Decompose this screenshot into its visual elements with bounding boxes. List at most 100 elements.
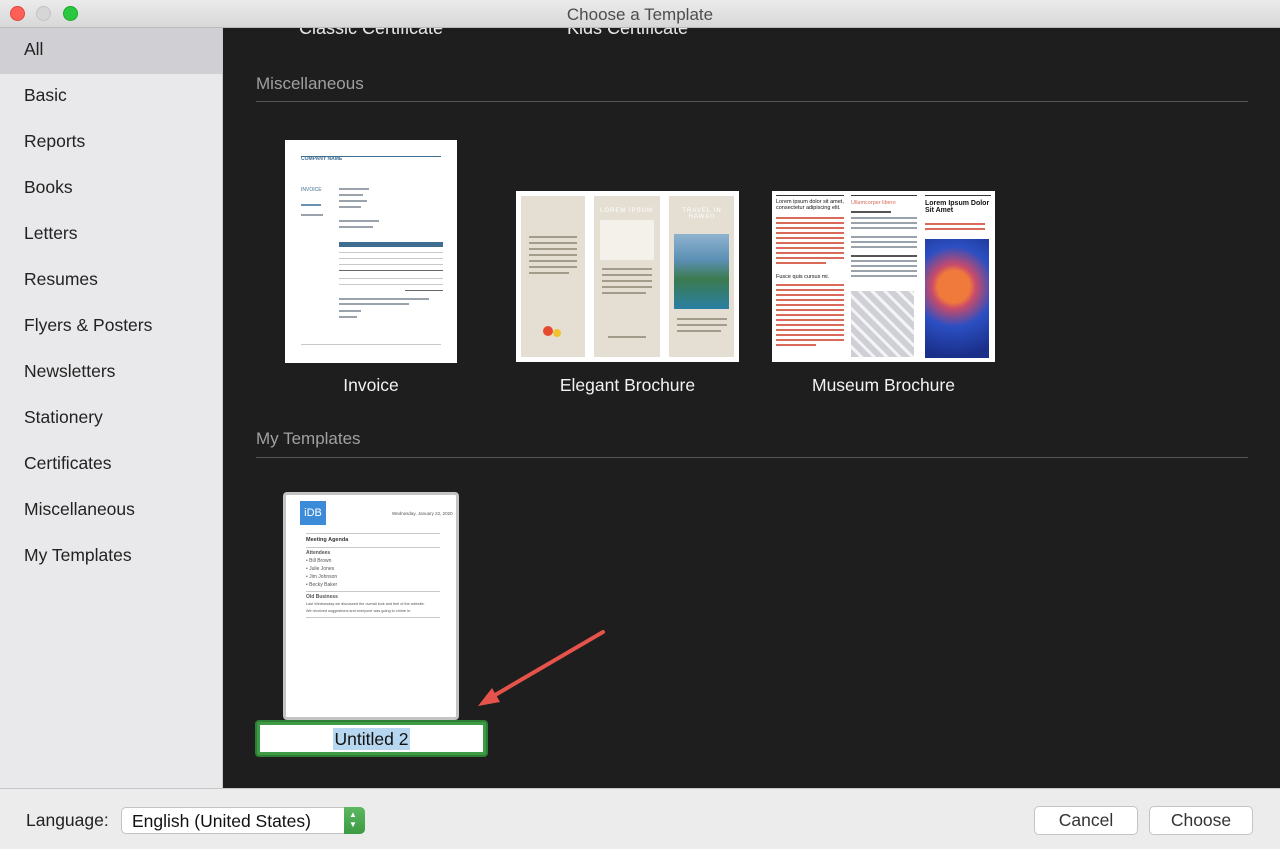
flower-illustration <box>553 329 561 337</box>
thumb-text-line <box>339 310 361 312</box>
thumb-rule <box>306 533 440 534</box>
thumb-rule <box>306 617 440 618</box>
thumb-text-line <box>851 227 917 229</box>
thumb-table-row <box>339 278 443 279</box>
sidebar-item-books[interactable]: Books <box>0 166 222 212</box>
thumb-table-row <box>405 290 443 291</box>
thumb-travel-hawaii: TRAVEL IN HAWAII <box>682 208 722 220</box>
thumb-agenda: Meeting Agenda <box>306 537 349 543</box>
thumb-table-row <box>339 284 443 285</box>
sidebar-item-reports[interactable]: Reports <box>0 120 222 166</box>
thumb-ullamcorper: Ullamcorper libero <box>851 200 896 206</box>
thumb-museum-head2: Lorem Ipsum Dolor Sit Amet <box>925 200 990 214</box>
thumb-text-line <box>851 246 917 248</box>
thumb-text-line <box>339 206 361 208</box>
thumb-text-line <box>851 222 917 224</box>
section-divider <box>256 457 1248 458</box>
thumb-text-line <box>776 309 844 311</box>
thumb-text-line <box>851 241 917 243</box>
sidebar-item-stationery[interactable]: Stationery <box>0 396 222 442</box>
thumb-text-line <box>339 220 379 222</box>
template-name-text[interactable]: Untitled 2 <box>332 728 411 750</box>
thumb-text-line <box>851 275 917 277</box>
stepper-arrows-icon[interactable]: ▲ ▼ <box>344 807 365 834</box>
thumb-lorem-ipsum: LOREM IPSUM <box>600 208 654 214</box>
template-thumb-invoice[interactable]: COMPANY NAME INVOICE <box>285 140 457 363</box>
thumb-table-row <box>339 258 443 259</box>
thumb-text-line <box>529 248 577 250</box>
section-title-miscellaneous: Miscellaneous <box>256 74 364 93</box>
language-label: Language: <box>26 810 109 830</box>
thumb-text-line <box>602 280 652 282</box>
thumb-attendee: • Jim Johnson <box>306 574 338 580</box>
sidebar-item-flyers-posters[interactable]: Flyers & Posters <box>0 304 222 350</box>
template-label-classic-certificate[interactable]: Classic Certificate <box>299 28 443 39</box>
thumb-text-line <box>608 336 646 338</box>
thumb-text-line <box>339 316 357 318</box>
thumb-table-header <box>339 242 443 247</box>
template-label-museum-brochure[interactable]: Museum Brochure <box>772 375 995 396</box>
choose-button[interactable]: Choose <box>1149 806 1253 835</box>
idb-logo: iDB <box>300 501 326 525</box>
thumb-text-line <box>776 319 844 321</box>
thumb-table-row <box>339 252 443 253</box>
template-label-kids-certificate[interactable]: Kids Certificate <box>567 28 688 39</box>
sidebar-item-resumes[interactable]: Resumes <box>0 258 222 304</box>
thumb-footer-rule <box>301 344 441 345</box>
thumb-text-line <box>776 284 844 286</box>
thumb-rule <box>851 195 917 196</box>
thumb-table-row <box>339 264 443 265</box>
thumb-text-line <box>776 324 844 326</box>
thumb-text-line <box>776 344 816 346</box>
thumb-text-line <box>776 299 844 301</box>
thumb-rule <box>306 547 440 548</box>
thumb-rule <box>776 195 844 196</box>
section-divider <box>256 101 1248 102</box>
cancel-button[interactable]: Cancel <box>1034 806 1138 835</box>
thumb-text-line <box>851 265 917 267</box>
template-name-field[interactable]: Untitled 2 <box>257 722 486 755</box>
thumb-rule <box>925 195 991 196</box>
thumb-text-line <box>776 242 844 244</box>
sidebar-item-miscellaneous[interactable]: Miscellaneous <box>0 488 222 534</box>
thumb-text-line <box>529 272 569 274</box>
sidebar-item-basic[interactable]: Basic <box>0 74 222 120</box>
language-select[interactable]: English (United States) ▲ ▼ <box>121 807 365 834</box>
thumb-text-line <box>776 294 844 296</box>
category-sidebar: All Basic Reports Books Letters Resumes … <box>0 28 223 788</box>
template-label-elegant-brochure[interactable]: Elegant Brochure <box>516 375 739 396</box>
thumb-text-line <box>602 292 646 294</box>
language-value: English (United States) <box>132 811 311 831</box>
sidebar-item-my-templates[interactable]: My Templates <box>0 534 222 580</box>
floor-plan-illustration <box>851 291 914 357</box>
window-title: Choose a Template <box>566 5 714 24</box>
template-thumb-elegant-brochure[interactable]: LOREM IPSUM TRAVEL IN HAWAII <box>516 191 739 362</box>
template-thumb-untitled-2[interactable]: iDB Wednesday, January 22, 2020 Meeting … <box>283 492 459 720</box>
template-label-invoice[interactable]: Invoice <box>285 375 457 396</box>
thumb-text-line <box>602 268 652 270</box>
thumb-text-line <box>851 255 917 257</box>
thumb-text-line <box>776 217 844 219</box>
thumb-museum-head: Lorem ipsum dolor sit amet, consectetur … <box>776 199 844 211</box>
brochure-panel <box>521 196 585 357</box>
thumb-attendees: Attendees <box>306 550 331 556</box>
footer-bar: Language: English (United States) ▲ ▼ Ca… <box>0 788 1280 849</box>
thumb-rule <box>306 591 440 592</box>
sidebar-item-all[interactable]: All <box>0 28 222 74</box>
thumb-text-line <box>776 334 844 336</box>
brochure-panel: LOREM IPSUM <box>594 196 660 357</box>
thumb-text-line <box>851 217 917 219</box>
thumb-museum-sub: Fusce quis cursus mi. <box>776 274 830 280</box>
sidebar-item-certificates[interactable]: Certificates <box>0 442 222 488</box>
template-thumb-museum-brochure[interactable]: Lorem ipsum dolor sit amet, consectetur … <box>772 191 995 362</box>
sidebar-item-letters[interactable]: Letters <box>0 212 222 258</box>
thumb-text-line <box>776 314 844 316</box>
thumb-text-line <box>851 211 891 213</box>
thumb-text-line <box>339 298 429 300</box>
thumb-text-line <box>776 304 844 306</box>
thumb-date: Wednesday, January 22, 2020 <box>392 511 453 516</box>
thumb-text-line <box>529 266 577 268</box>
sidebar-item-newsletters[interactable]: Newsletters <box>0 350 222 396</box>
section-title-my-templates: My Templates <box>256 429 361 448</box>
thumb-text-line <box>529 242 577 244</box>
